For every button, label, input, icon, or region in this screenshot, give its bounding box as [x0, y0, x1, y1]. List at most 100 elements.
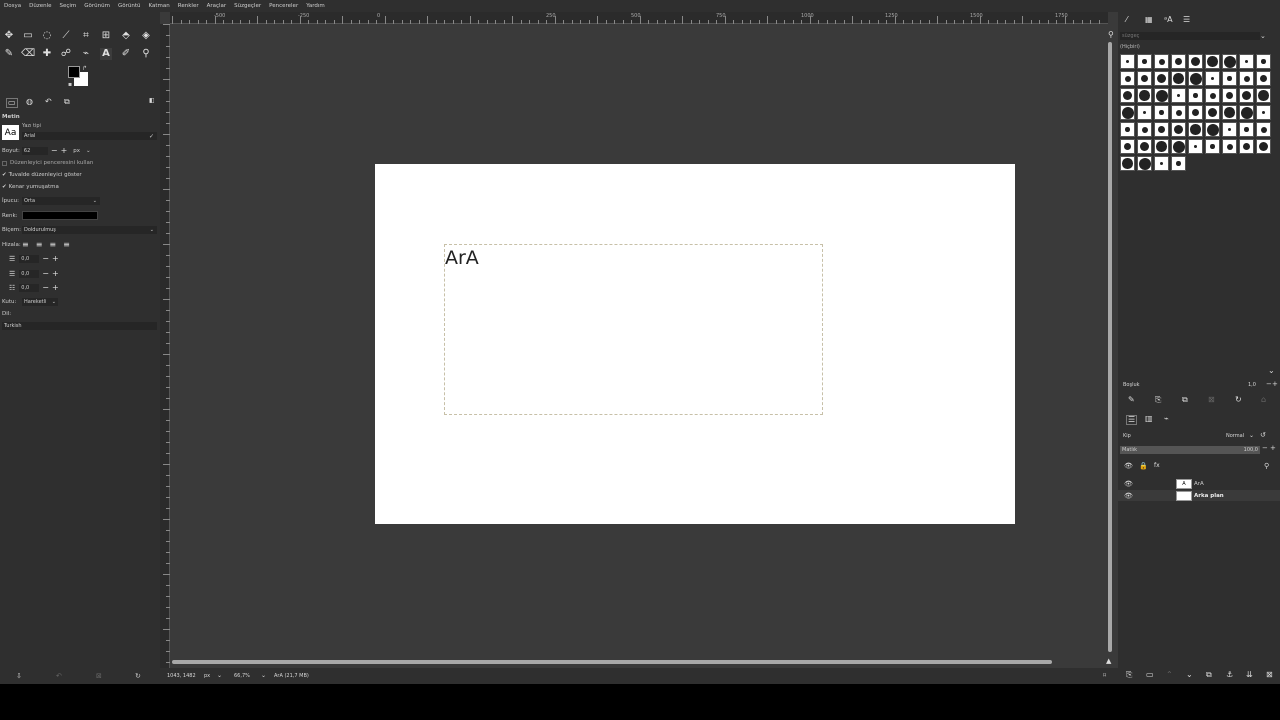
brush-grid[interactable]	[1120, 54, 1278, 174]
layer-row[interactable]: 👁 A ArA	[1118, 478, 1280, 489]
brush-preset[interactable]	[1171, 54, 1186, 69]
text-color-button[interactable]	[22, 211, 98, 220]
vertical-ruler[interactable]	[160, 24, 170, 674]
brush-preset[interactable]	[1256, 71, 1271, 86]
paths-tab-icon[interactable]: ⌁	[1164, 415, 1169, 423]
unit-select[interactable]: px	[204, 673, 210, 679]
brush-preset[interactable]	[1120, 105, 1135, 120]
delete-layer-icon[interactable]: ⊠	[1266, 671, 1273, 679]
vertical-scrollbar[interactable]	[1108, 42, 1112, 652]
brush-preset[interactable]	[1137, 122, 1152, 137]
device-status-tab-icon[interactable]: ◍	[26, 98, 33, 106]
brush-preset[interactable]	[1171, 71, 1186, 86]
brush-preset[interactable]	[1205, 71, 1220, 86]
navigate-status-icon[interactable]: ⌑	[1103, 672, 1106, 679]
indent-input[interactable]: 0,0	[19, 255, 40, 263]
menu-edit[interactable]: Düzenle	[29, 3, 51, 9]
reset-icon[interactable]: ↻	[135, 672, 141, 680]
brush-preset[interactable]	[1256, 88, 1271, 103]
brush-preset[interactable]	[1222, 139, 1237, 154]
zoom-select[interactable]: 66,7%	[234, 673, 250, 679]
zoom-chevron-down-icon[interactable]: ⌄	[261, 672, 266, 679]
show-editor-checkbox[interactable]: ✔	[2, 172, 7, 178]
mode-reset-icon[interactable]: ↺	[1260, 431, 1266, 439]
brush-preset[interactable]	[1120, 156, 1135, 171]
image-canvas[interactable]: ArA	[375, 164, 1015, 524]
brush-preset[interactable]	[1205, 88, 1220, 103]
use-editor-checkbox[interactable]	[2, 160, 7, 166]
brush-preset[interactable]	[1171, 156, 1186, 171]
brush-preset[interactable]	[1188, 88, 1203, 103]
indent-increase-button[interactable]: +	[52, 255, 59, 263]
lasso-tool-icon[interactable]: ◌	[41, 30, 53, 42]
menu-filters[interactable]: Süzgeçler	[234, 3, 261, 9]
channels-tab-icon[interactable]: ▥	[1145, 415, 1153, 423]
brush-preset[interactable]	[1239, 54, 1254, 69]
brush-preset[interactable]	[1137, 71, 1152, 86]
brush-preset[interactable]	[1171, 122, 1186, 137]
spacing-increase-button[interactable]: +	[1272, 380, 1278, 388]
brush-preset[interactable]	[1205, 105, 1220, 120]
brush-preset[interactable]	[1222, 54, 1237, 69]
hinting-select[interactable]: Orta ⌄	[22, 197, 100, 205]
layer-visibility-icon[interactable]: 👁	[1124, 480, 1133, 488]
paintbrush-tool-icon[interactable]: ✎	[3, 48, 15, 60]
brush-preset[interactable]	[1120, 71, 1135, 86]
letter-spacing-input[interactable]: 0,0	[19, 284, 40, 292]
brush-preset[interactable]	[1239, 139, 1254, 154]
brush-preset[interactable]	[1188, 139, 1203, 154]
font-clear-icon[interactable]: ✓	[149, 133, 154, 140]
new-layer-group-icon[interactable]: ▭	[1146, 671, 1154, 679]
horizontal-scrollbar[interactable]	[172, 660, 1052, 664]
brush-preset[interactable]	[1188, 105, 1203, 120]
antialias-row[interactable]: ✔ Kenar yumuşatma	[2, 184, 59, 190]
brush-preset[interactable]	[1205, 122, 1220, 137]
menu-select[interactable]: Seçim	[59, 3, 76, 9]
brush-preset[interactable]	[1171, 105, 1186, 120]
brush-preset[interactable]	[1188, 122, 1203, 137]
line-spacing-increase-button[interactable]: +	[52, 270, 59, 278]
font-input[interactable]: Arial ✓	[22, 132, 157, 140]
foreground-color-swatch[interactable]	[68, 66, 80, 78]
antialias-checkbox[interactable]: ✔	[2, 184, 7, 190]
brush-preset[interactable]	[1154, 156, 1169, 171]
brush-preset[interactable]	[1120, 54, 1135, 69]
justify-fill-icon[interactable]: ≡	[63, 241, 70, 249]
menu-view[interactable]: Görünüm	[84, 3, 110, 9]
brush-preset[interactable]	[1205, 139, 1220, 154]
undo-history-tab-icon[interactable]: ↶	[45, 98, 52, 106]
layer-name[interactable]: ArA	[1194, 481, 1204, 487]
brush-preset[interactable]	[1222, 105, 1237, 120]
text-tool-icon[interactable]: A	[100, 48, 112, 60]
letter-spacing-increase-button[interactable]: +	[52, 284, 59, 292]
bucket-fill-tool-icon[interactable]: ◈	[140, 30, 152, 42]
mode-chevron-down-icon[interactable]: ⌄	[1249, 432, 1254, 439]
brush-preset[interactable]	[1137, 105, 1152, 120]
patterns-tab-icon[interactable]: ▦	[1145, 16, 1153, 24]
brushes-tab-icon[interactable]: ⁄	[1126, 16, 1127, 24]
brush-preset[interactable]	[1205, 54, 1220, 69]
brush-preset[interactable]	[1239, 71, 1254, 86]
box-select[interactable]: Hareketli ⌄	[22, 298, 58, 306]
new-brush-icon[interactable]: ⎘	[1155, 396, 1161, 404]
color-picker-tool-icon[interactable]: ✐	[120, 48, 132, 60]
brush-preset[interactable]	[1120, 88, 1135, 103]
size-unit-chevron-down-icon[interactable]: ⌄	[86, 148, 91, 154]
fuzzy-select-tool-icon[interactable]: ⟋	[60, 30, 72, 42]
size-increase-button[interactable]: +	[61, 147, 68, 155]
navigate-icon[interactable]: ▲	[1106, 657, 1111, 665]
layer-visibility-icon[interactable]: 👁	[1124, 492, 1133, 500]
use-editor-row[interactable]: Düzenleyici penceresini kullan	[2, 160, 93, 166]
brush-preset[interactable]	[1154, 88, 1169, 103]
line-spacing-input[interactable]: 0,0	[19, 270, 40, 278]
brush-preset[interactable]	[1239, 122, 1254, 137]
menu-colors[interactable]: Renkler	[178, 3, 199, 9]
opacity-slider[interactable]: Matlık 100,0	[1120, 446, 1260, 454]
menu-layer[interactable]: Katman	[149, 3, 170, 9]
brush-preset[interactable]	[1137, 139, 1152, 154]
menu-file[interactable]: Dosya	[4, 3, 21, 9]
brush-preset[interactable]	[1222, 71, 1237, 86]
canvas-text[interactable]: ArA	[445, 247, 479, 269]
images-tab-icon[interactable]: ⧉	[64, 98, 70, 106]
brush-preset[interactable]	[1137, 54, 1152, 69]
